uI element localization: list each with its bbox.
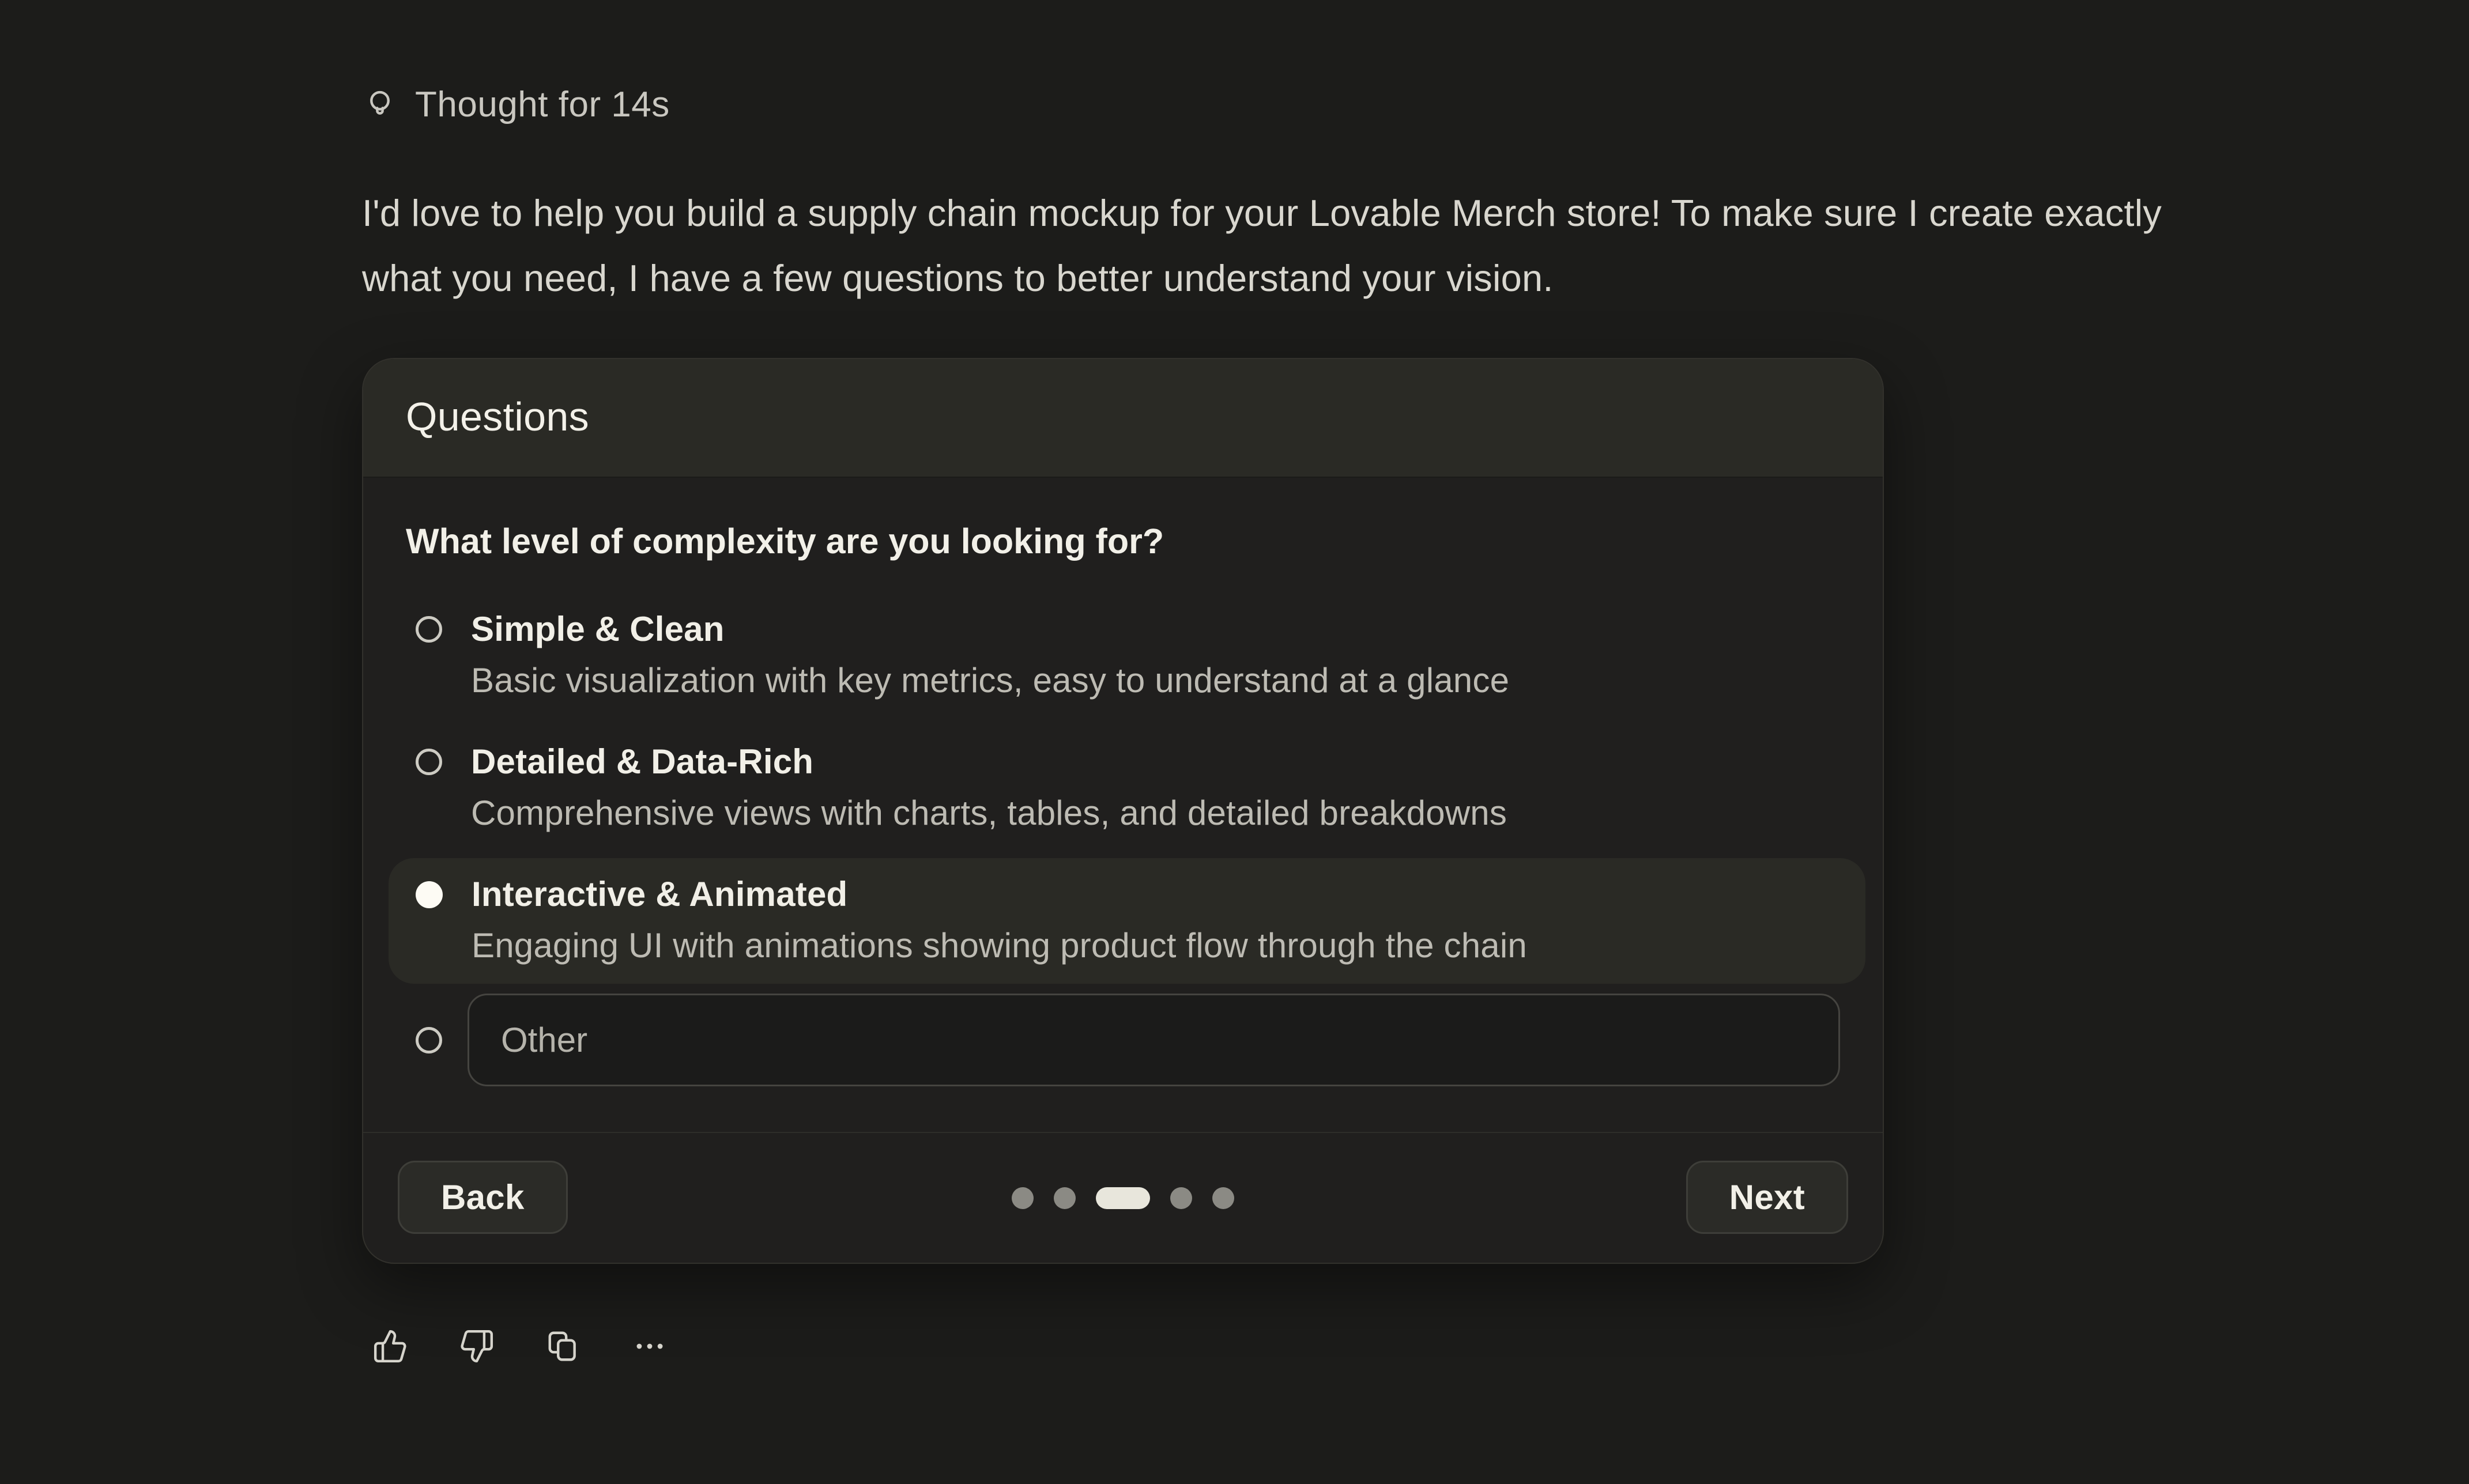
thumbs-down-button[interactable]	[459, 1328, 495, 1364]
radio-selected-icon[interactable]	[416, 881, 443, 908]
option-simple-clean[interactable]: Simple & Clean Basic visualization with …	[389, 593, 1865, 719]
thumbs-up-icon	[372, 1328, 408, 1364]
option-description: Basic visualization with key metrics, ea…	[471, 654, 1509, 707]
lightbulb-icon	[362, 87, 398, 123]
option-interactive-animated[interactable]: Interactive & Animated Engaging UI with …	[389, 858, 1865, 984]
thumbs-up-button[interactable]	[372, 1328, 408, 1364]
pagination-dot	[1170, 1187, 1192, 1209]
pagination-dot	[1212, 1187, 1234, 1209]
questions-card: Questions What level of complexity are y…	[362, 358, 1884, 1264]
next-button[interactable]: Next	[1686, 1161, 1848, 1234]
chat-message-block: Thought for 14s I'd love to help you bui…	[362, 0, 2230, 1364]
option-title: Interactive & Animated	[472, 870, 1527, 919]
option-text: Simple & Clean Basic visualization with …	[471, 605, 1509, 707]
pagination-dot	[1054, 1187, 1076, 1209]
radio-unselected-icon[interactable]	[416, 1027, 442, 1053]
option-title: Simple & Clean	[471, 605, 1509, 654]
thumbs-down-icon	[459, 1328, 495, 1364]
pagination-dots	[1012, 1187, 1234, 1209]
thought-duration-toggle[interactable]: Thought for 14s	[362, 84, 670, 125]
option-detailed-data-rich[interactable]: Detailed & Data-Rich Comprehensive views…	[389, 726, 1865, 851]
assistant-message-text: I'd love to help you build a supply chai…	[362, 180, 2218, 311]
radio-unselected-icon[interactable]	[416, 749, 442, 775]
option-text: Detailed & Data-Rich Comprehensive views…	[471, 737, 1507, 840]
option-text: Interactive & Animated Engaging UI with …	[472, 870, 1527, 972]
option-description: Engaging UI with animations showing prod…	[472, 919, 1527, 972]
radio-unselected-icon[interactable]	[416, 616, 442, 643]
option-title: Detailed & Data-Rich	[471, 737, 1507, 787]
message-actions-toolbar	[362, 1328, 2230, 1364]
copy-icon	[545, 1328, 581, 1364]
card-title: Questions	[406, 394, 1840, 440]
thought-duration-label: Thought for 14s	[415, 84, 670, 125]
option-description: Comprehensive views with charts, tables,…	[471, 787, 1507, 840]
more-options-icon	[632, 1328, 668, 1364]
question-text: What level of complexity are you looking…	[406, 522, 1840, 561]
copy-button[interactable]	[545, 1328, 581, 1364]
option-other[interactable]	[406, 994, 1840, 1086]
other-option-input[interactable]	[468, 994, 1840, 1086]
back-button[interactable]: Back	[398, 1161, 568, 1234]
pagination-dot-active	[1096, 1187, 1150, 1209]
questions-card-footer: Back Next	[363, 1132, 1883, 1263]
questions-card-body: What level of complexity are you looking…	[363, 478, 1883, 1086]
pagination-dot	[1012, 1187, 1034, 1209]
questions-card-header: Questions	[363, 359, 1883, 478]
more-options-button[interactable]	[632, 1328, 668, 1364]
